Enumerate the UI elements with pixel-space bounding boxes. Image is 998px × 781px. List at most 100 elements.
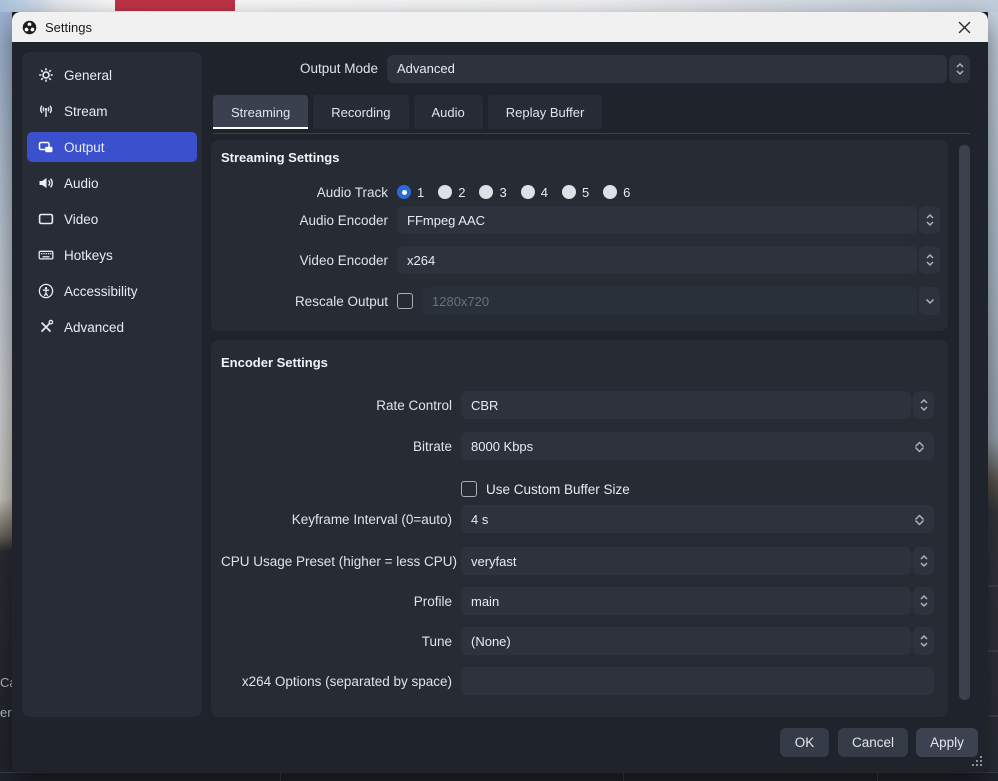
output-icon <box>38 139 54 155</box>
bitrate-row: Bitrate 8000 Kbps <box>221 432 934 460</box>
audio-track-option-4[interactable]: 4 <box>521 185 548 200</box>
sidebar-item-label: Advanced <box>64 320 124 335</box>
output-mode-value[interactable]: Advanced <box>387 55 947 83</box>
vertical-scrollbar-thumb[interactable] <box>959 145 970 700</box>
chevron-up-down-icon[interactable] <box>913 391 934 419</box>
x264-options-input[interactable] <box>461 667 934 695</box>
radio-selected-icon[interactable] <box>397 185 411 199</box>
audio-encoder-value[interactable]: FFmpeg AAC <box>397 206 917 234</box>
obs-logo-icon <box>22 20 37 35</box>
video-encoder-value[interactable]: x264 <box>397 246 917 274</box>
keyframe-interval-spinbox: 4 s <box>461 505 934 533</box>
radio-icon[interactable] <box>562 185 576 199</box>
spinner-down-icon[interactable] <box>914 441 925 456</box>
bitrate-value[interactable]: 8000 Kbps <box>461 432 934 460</box>
rescale-resolution-value[interactable]: 1280x720 <box>422 287 917 315</box>
rate-control-select: CBR <box>461 391 934 419</box>
keyframe-interval-label: Keyframe Interval (0=auto) <box>221 512 452 527</box>
audio-track-option-3[interactable]: 3 <box>479 185 506 200</box>
audio-encoder-select: FFmpeg AAC <box>397 206 940 234</box>
tab-audio[interactable]: Audio <box>414 95 483 129</box>
radio-icon[interactable] <box>521 185 535 199</box>
settings-dialog: Settings General <box>12 12 988 772</box>
tune-value[interactable]: (None) <box>461 627 911 655</box>
broadcast-icon <box>38 103 54 119</box>
sidebar-item-label: Video <box>64 212 98 227</box>
cpu-usage-preset-value[interactable]: veryfast <box>461 547 911 575</box>
rescale-output-checkbox[interactable] <box>397 293 413 309</box>
sidebar-item-accessibility[interactable]: Accessibility <box>27 276 197 306</box>
gear-icon <box>38 67 54 83</box>
spinner-down-icon[interactable] <box>914 514 925 529</box>
radio-icon[interactable] <box>438 185 452 199</box>
background-left-strip <box>0 12 12 772</box>
bitrate-spinbox: 8000 Kbps <box>461 432 934 460</box>
chevron-up-down-icon[interactable] <box>913 627 934 655</box>
tab-streaming[interactable]: Streaming <box>213 95 308 129</box>
audio-track-option-1[interactable]: 1 <box>397 185 424 200</box>
audio-track-label: Audio Track <box>221 185 388 200</box>
cancel-button[interactable]: Cancel <box>838 728 908 757</box>
keyframe-interval-row: Keyframe Interval (0=auto) 4 s <box>221 505 934 533</box>
spin-text: 8000 Kbps <box>471 439 533 454</box>
radio-label: 3 <box>499 185 506 200</box>
rescale-output-label: Rescale Output <box>221 294 388 309</box>
audio-encoder-row: Audio Encoder FFmpeg AAC <box>221 206 940 234</box>
video-encoder-select: x264 <box>397 246 940 274</box>
tab-recording[interactable]: Recording <box>313 95 408 129</box>
chevron-up-down-icon[interactable] <box>913 587 934 615</box>
custom-buffer-checkbox[interactable] <box>461 481 477 497</box>
chevron-down-icon[interactable] <box>919 287 940 315</box>
tune-select: (None) <box>461 627 934 655</box>
cpu-usage-preset-label: CPU Usage Preset (higher = less CPU) <box>221 554 452 569</box>
tab-replay-buffer[interactable]: Replay Buffer <box>488 95 603 129</box>
titlebar[interactable]: Settings <box>12 12 988 42</box>
background-seam <box>623 773 624 781</box>
chevron-up-down-icon[interactable] <box>949 55 970 83</box>
output-tabs: Streaming Recording Audio Replay Buffer <box>213 95 602 129</box>
radio-label: 6 <box>623 185 630 200</box>
sidebar-item-output[interactable]: Output <box>27 132 197 162</box>
cpu-usage-preset-select: veryfast <box>461 547 934 575</box>
radio-icon[interactable] <box>603 185 617 199</box>
audio-track-option-2[interactable]: 2 <box>438 185 465 200</box>
resize-grip[interactable] <box>972 756 982 766</box>
audio-track-radio-group: 1 2 3 4 5 <box>397 185 630 200</box>
profile-select: main <box>461 587 934 615</box>
background-seam <box>988 585 998 587</box>
tools-icon <box>38 319 54 335</box>
sidebar-item-label: Output <box>64 140 105 155</box>
sidebar-item-hotkeys[interactable]: Hotkeys <box>27 240 197 270</box>
sidebar-item-advanced[interactable]: Advanced <box>27 312 197 342</box>
background-seam <box>280 773 281 781</box>
audio-track-option-5[interactable]: 5 <box>562 185 589 200</box>
output-mode-label: Output Mode <box>211 61 378 76</box>
radio-icon[interactable] <box>479 185 493 199</box>
profile-value[interactable]: main <box>461 587 911 615</box>
apply-button[interactable]: Apply <box>916 728 978 757</box>
settings-sidebar: General Stream O <box>22 52 202 717</box>
keyframe-interval-value[interactable]: 4 s <box>461 505 934 533</box>
spin-text: 4 s <box>471 512 488 527</box>
close-icon[interactable] <box>952 16 976 38</box>
radio-label: 4 <box>541 185 548 200</box>
audio-encoder-label: Audio Encoder <box>221 213 388 228</box>
radio-label: 1 <box>417 185 424 200</box>
background-text-fragment: er <box>0 705 12 720</box>
sidebar-item-audio[interactable]: Audio <box>27 168 197 198</box>
chevron-up-down-icon[interactable] <box>913 547 934 575</box>
audio-track-option-6[interactable]: 6 <box>603 185 630 200</box>
video-encoder-row: Video Encoder x264 <box>221 246 940 274</box>
dialog-title: Settings <box>45 20 92 35</box>
rate-control-value[interactable]: CBR <box>461 391 911 419</box>
sidebar-item-video[interactable]: Video <box>27 204 197 234</box>
sidebar-item-stream[interactable]: Stream <box>27 96 197 126</box>
sidebar-item-label: Audio <box>64 176 99 191</box>
chevron-up-down-icon[interactable] <box>919 246 940 274</box>
ok-button[interactable]: OK <box>780 728 829 757</box>
rescale-output-row: Rescale Output 1280x720 <box>221 287 940 315</box>
sidebar-item-general[interactable]: General <box>27 60 197 90</box>
chevron-up-down-icon[interactable] <box>919 206 940 234</box>
cpu-usage-preset-row: CPU Usage Preset (higher = less CPU) ver… <box>221 547 934 575</box>
rate-control-row: Rate Control CBR <box>221 391 934 419</box>
